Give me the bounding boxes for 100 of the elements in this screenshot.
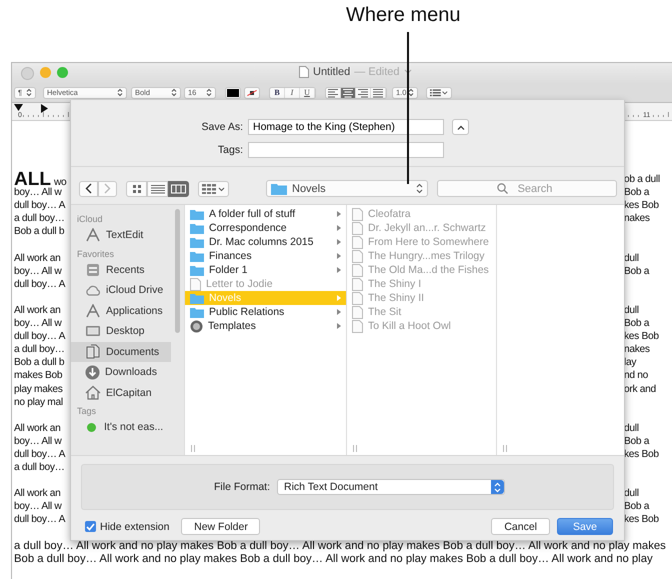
triangle-right-icon	[337, 309, 341, 315]
body-text: Bob a	[624, 434, 650, 448]
body-text: dull boy… A	[14, 278, 66, 291]
sidebar-item[interactable]: TextEdit	[71, 225, 171, 246]
chevron-right-icon	[104, 183, 111, 194]
icon-view-icon	[132, 184, 142, 194]
compass-icon	[85, 228, 101, 242]
tags-field[interactable]	[248, 142, 444, 158]
bold-button[interactable]: B	[270, 88, 285, 98]
file-list-item[interactable]: Folder 1	[185, 263, 346, 277]
triangle-right-icon	[337, 295, 341, 301]
back-button[interactable]	[79, 180, 98, 196]
body-text: dull	[624, 487, 639, 500]
column-view-icon	[171, 184, 186, 194]
list-view-button[interactable]	[147, 180, 168, 196]
chevron-down-icon	[404, 69, 412, 75]
tab-stop-icon	[41, 104, 48, 113]
resize-handle-icon	[191, 445, 195, 452]
file-list-item[interactable]: A folder full of stuff	[185, 207, 346, 221]
tab-stop-icon	[14, 104, 23, 112]
align-right-button[interactable]	[356, 88, 371, 98]
sidebar-item[interactable]: Downloads	[71, 362, 171, 382]
body-text: ork and	[624, 382, 656, 396]
folder-icon	[190, 250, 204, 262]
disc-icon	[190, 320, 203, 332]
file-list-item[interactable]: Public Relations	[185, 305, 346, 319]
stepper-icon	[26, 88, 32, 97]
sidebar-item[interactable]: ElCapitan	[71, 382, 171, 403]
sidebar-item[interactable]: Applications	[71, 300, 171, 321]
document-icon	[190, 278, 201, 290]
new-folder-button[interactable]: New Folder	[181, 518, 260, 535]
file-list-item[interactable]: Finances	[185, 249, 346, 263]
body-text: dull boy… A	[14, 330, 66, 344]
field-label: File Format:	[212, 481, 270, 493]
body-text: a dull boy…	[14, 461, 64, 474]
document-icon	[352, 236, 363, 248]
body-text: dull	[624, 422, 639, 435]
desktop-icon	[85, 325, 101, 338]
document-icon	[352, 264, 363, 276]
window-title: Untitled	[313, 66, 350, 78]
collapse-button[interactable]	[452, 119, 469, 135]
file-list-item[interactable]: Dr. Mac columns 2015	[185, 235, 346, 249]
text-color-well[interactable]	[225, 86, 241, 98]
section-header: Favorites	[76, 248, 116, 258]
triangle-right-icon	[337, 225, 341, 231]
underline-button[interactable]: U	[300, 88, 315, 98]
dialog-button[interactable]: Cancel	[491, 518, 550, 535]
justify-button[interactable]	[371, 88, 386, 98]
arrange-button[interactable]	[198, 180, 229, 196]
folder-icon	[190, 208, 204, 220]
body-text: play makes	[14, 382, 63, 396]
body-text: Bob a dull b	[14, 356, 64, 370]
no-color-icon	[246, 88, 258, 98]
align-right-icon	[357, 88, 369, 98]
resize-handle-icon	[353, 445, 357, 452]
document-icon	[352, 250, 363, 262]
folder-icon	[190, 236, 204, 248]
list-style-menu[interactable]	[426, 86, 452, 98]
file-list-item[interactable]: Correspondence	[185, 221, 346, 235]
body-text: dull	[624, 252, 639, 265]
document-icon	[352, 208, 363, 220]
grid-menu-icon	[202, 184, 226, 194]
callout-label: Where menu	[346, 4, 460, 27]
icon-view-button[interactable]	[126, 180, 147, 196]
file-name-field[interactable]: Homage to the King (Stephen)	[248, 119, 444, 135]
sidebar-item[interactable]: It's not eas...	[71, 417, 171, 438]
section-header: Tags	[76, 406, 98, 416]
column-view-button[interactable]	[168, 180, 189, 196]
stepper-icon	[416, 183, 423, 194]
clock-stack-icon	[85, 262, 101, 277]
body-text: Bob a dull boy… All work and no play makes Bob a dull boy… All work and no play makes Bob a dull boy… All work and no play	[14, 552, 654, 566]
sidebar-item[interactable]: Desktop	[71, 321, 171, 342]
documents-icon	[85, 344, 101, 360]
sidebar-item[interactable]: iCloud Drive	[71, 280, 171, 300]
scroll-bar[interactable]	[175, 209, 180, 333]
italic-button[interactable]: I	[285, 88, 300, 98]
stepper-icon	[494, 482, 501, 492]
stepper-icon	[117, 88, 123, 97]
document-icon	[352, 278, 363, 290]
highlight-color-button[interactable]	[244, 86, 260, 98]
document-icon	[352, 292, 363, 304]
hide-extension-checkbox[interactable]: Hide extension	[85, 520, 170, 532]
body-text: no play mal	[14, 396, 63, 409]
house-icon	[85, 385, 101, 400]
body-text: Bob a	[624, 500, 650, 514]
file-format-menu[interactable]: Rich Text Document	[277, 479, 505, 495]
sidebar-item[interactable]: Recents	[71, 260, 171, 280]
align-center-button[interactable]	[341, 88, 356, 98]
sidebar-item[interactable]: Documents	[71, 342, 171, 362]
search-field[interactable]: Search	[437, 180, 617, 197]
where-menu[interactable]: Novels	[266, 180, 428, 197]
document-icon	[352, 222, 363, 234]
body-text: dull boy… A	[14, 199, 66, 212]
body-text: a dull boy…	[14, 212, 64, 226]
cloud-icon	[85, 284, 101, 296]
document-icon	[352, 320, 363, 332]
stepper-icon	[171, 88, 177, 97]
file-list-item[interactable]: Templates	[185, 319, 346, 333]
body-text: boy… All w	[14, 434, 62, 448]
body-text: Bob a	[624, 317, 650, 330]
